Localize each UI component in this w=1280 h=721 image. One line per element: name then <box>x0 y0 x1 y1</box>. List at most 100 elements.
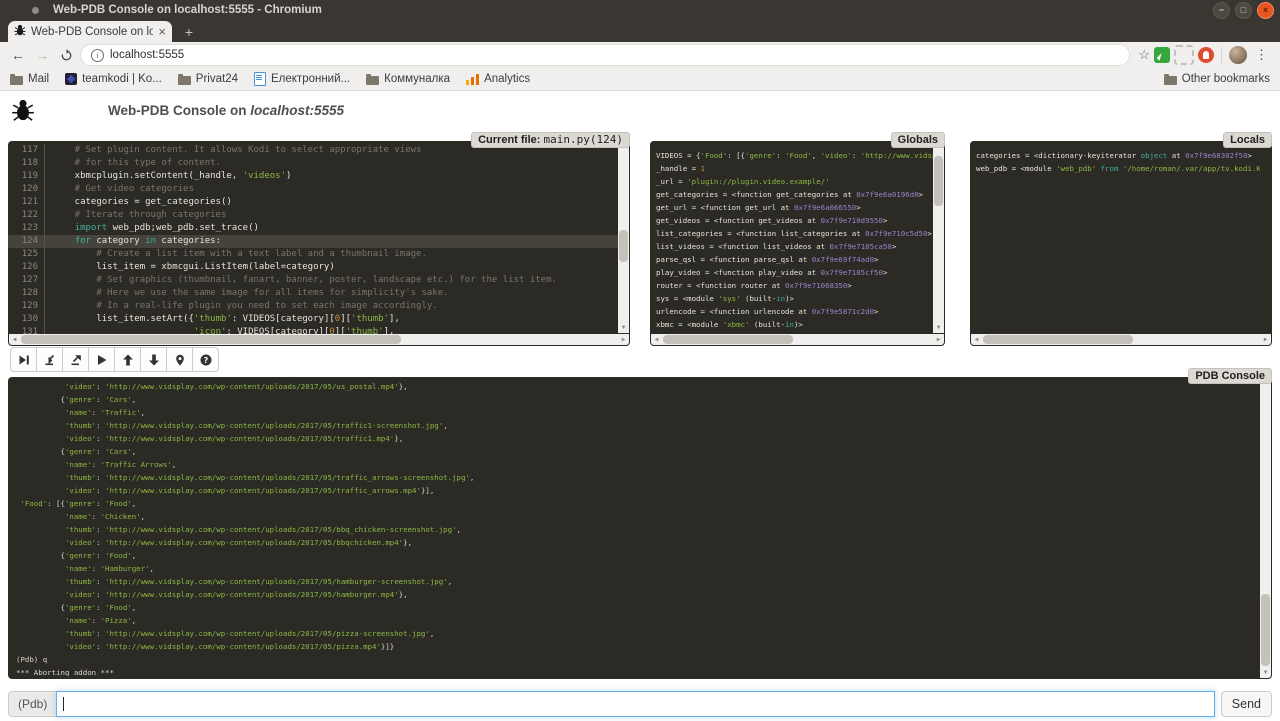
console-output-line: {'genre': 'Food', <box>16 601 1258 614</box>
console-output-line: 'name': 'Hamburger', <box>16 562 1258 575</box>
variable-line: web_pdb = <module 'web_pdb' from '/home/… <box>976 162 1260 175</box>
bookmark-item[interactable]: Analytics <box>466 72 530 86</box>
bookmark-item[interactable]: Privat24 <box>178 72 238 86</box>
console-output-line: 'name': 'Traffic', <box>16 406 1258 419</box>
code-line: 126 list_item = xbmcgui.ListItem(label=c… <box>8 261 618 274</box>
tab-title: Web-PDB Console on loca <box>31 26 153 38</box>
variable-line: categories = <dictionary-keyiterator obj… <box>976 149 1260 162</box>
console-output-line: {'genre': 'Cars', <box>16 445 1258 458</box>
scroll-right-arrow-icon[interactable]: ▶ <box>618 334 629 345</box>
back-button[interactable]: ← <box>8 45 28 65</box>
text-caret <box>63 697 64 711</box>
down-button[interactable] <box>140 347 167 372</box>
bookmark-item[interactable]: Mail <box>10 72 49 86</box>
current-file-label: Current file: main.py(124) <box>471 132 630 148</box>
continue-button[interactable] <box>88 347 115 372</box>
code-text: list_item = xbmcgui.ListItem(label=categ… <box>44 261 618 274</box>
step-out-button[interactable] <box>62 347 89 372</box>
console-output-line: 'thumb': 'http://www.vidsplay.com/wp-con… <box>16 471 1258 484</box>
bookmark-label: Електронний... <box>271 73 350 85</box>
tab-close-icon[interactable]: × <box>158 25 166 38</box>
next-button[interactable] <box>10 347 37 372</box>
new-tab-button[interactable]: + <box>176 23 202 41</box>
other-bookmarks-button[interactable]: Other bookmarks <box>1164 73 1270 85</box>
locals-label: Locals <box>1223 132 1272 148</box>
console-output-line: 'thumb': 'http://www.vidsplay.com/wp-con… <box>16 523 1258 536</box>
bookmark-item[interactable]: teamkodi | Ko... <box>65 72 162 86</box>
locals-horizontal-scrollbar[interactable]: ◀ ▶ <box>971 334 1271 345</box>
line-number: 121 <box>8 196 44 209</box>
variable-line: sys = <module 'sys' (built-in)> <box>656 292 933 305</box>
send-button[interactable]: Send <box>1221 691 1272 717</box>
globals-horizontal-scrollbar[interactable]: ◀ ▶ <box>651 334 944 345</box>
scroll-down-arrow-icon[interactable]: ▼ <box>933 323 944 333</box>
scroll-down-arrow-icon[interactable]: ▼ <box>1260 668 1271 678</box>
extension-green-icon[interactable] <box>1154 47 1170 63</box>
line-number: 127 <box>8 274 44 287</box>
code-line: 122 # Iterate through categories <box>8 209 618 222</box>
pdb-command-input[interactable] <box>56 691 1214 717</box>
console-output-line: 'video': 'http://www.vidsplay.com/wp-con… <box>16 588 1258 601</box>
line-number: 122 <box>8 209 44 222</box>
browser-tab[interactable]: Web-PDB Console on loca × <box>8 21 172 42</box>
where-button[interactable] <box>166 347 193 372</box>
page-header: Web-PDB Console on localhost:5555 <box>10 97 344 123</box>
folder-icon <box>1164 76 1177 85</box>
bookmark-star-icon[interactable]: ☆ <box>1138 47 1150 63</box>
code-text: import web_pdb;web_pdb.set_trace() <box>44 222 618 235</box>
console-output-line: {'genre': 'Cars', <box>16 393 1258 406</box>
reload-button[interactable] <box>56 45 76 65</box>
scroll-left-arrow-icon[interactable]: ◀ <box>9 334 20 345</box>
play-icon <box>96 354 108 366</box>
line-number: 131 <box>8 326 44 334</box>
window-close-button[interactable]: × <box>1257 2 1274 19</box>
bookmark-item[interactable]: Електронний... <box>254 72 350 86</box>
help-button[interactable]: ? <box>192 347 219 372</box>
page-title: Web-PDB Console on localhost:5555 <box>108 103 344 118</box>
bookmark-item[interactable]: Коммуналка <box>366 72 450 86</box>
pdb-console-label: PDB Console <box>1188 368 1272 384</box>
step-into-button[interactable] <box>36 347 63 372</box>
browser-menu-icon[interactable]: ⋮ <box>1251 47 1272 63</box>
code-text: # Iterate through categories <box>44 209 618 222</box>
extension-blocker-icon[interactable] <box>1198 47 1214 63</box>
scroll-right-arrow-icon[interactable]: ▶ <box>1260 334 1271 345</box>
extension-disabled-icon[interactable] <box>1174 45 1194 65</box>
globals-vertical-scrollbar[interactable]: ▼ <box>933 142 944 333</box>
bookmark-icon <box>178 76 191 85</box>
question-sign-icon: ? <box>200 354 212 366</box>
console-vertical-scrollbar[interactable]: ▼ <box>1260 378 1271 678</box>
window-minimize-button[interactable]: − <box>1213 2 1230 19</box>
code-text: # Get video categories <box>44 183 618 196</box>
scroll-left-arrow-icon[interactable]: ◀ <box>651 334 662 345</box>
scroll-left-arrow-icon[interactable]: ◀ <box>971 334 982 345</box>
code-text: list_item.setArt({'thumb': VIDEOS[catego… <box>44 313 618 326</box>
variable-line: VIDEOS = {'Food': [{'genre': 'Food', 'vi… <box>656 149 933 162</box>
console-output-line: 'Food': [{'genre': 'Food', <box>16 497 1258 510</box>
code-line: 123 import web_pdb;web_pdb.set_trace() <box>8 222 618 235</box>
console-output-line: *** Aborting addon *** <box>16 666 1258 676</box>
bookmark-icon <box>10 76 23 85</box>
page-info-icon[interactable]: i <box>91 49 104 62</box>
profile-avatar[interactable] <box>1229 46 1247 64</box>
url-text[interactable]: localhost:5555 <box>110 49 184 61</box>
globals-label: Globals <box>891 132 945 148</box>
up-button[interactable] <box>114 347 141 372</box>
code-line: 127 # Set graphics (thumbnail, fanart, b… <box>8 274 618 287</box>
url-bar[interactable]: i localhost:5555 <box>80 44 1130 66</box>
code-line: 130 list_item.setArt({'thumb': VIDEOS[ca… <box>8 313 618 326</box>
scroll-down-arrow-icon[interactable]: ▼ <box>618 323 629 333</box>
console-output-line: 'video': 'http://www.vidsplay.com/wp-con… <box>16 432 1258 445</box>
bookmark-label: Mail <box>28 73 49 85</box>
forward-button[interactable]: → <box>32 45 52 65</box>
variable-line: parse_qsl = <function parse_qsl at 0x7f9… <box>656 253 933 266</box>
variable-line: xbmc = <module 'xbmc' (built-in)> <box>656 318 933 331</box>
step-into-icon <box>44 354 56 366</box>
scroll-right-arrow-icon[interactable]: ▶ <box>933 334 944 345</box>
code-horizontal-scrollbar[interactable]: ◀ ▶ <box>9 334 629 345</box>
window-maximize-button[interactable]: □ <box>1235 2 1252 19</box>
console-output-line: 'video': 'http://www.vidsplay.com/wp-con… <box>16 484 1258 497</box>
code-text: # Create a list item with a text label a… <box>44 248 618 261</box>
code-vertical-scrollbar[interactable]: ▼ <box>618 142 629 333</box>
map-marker-icon <box>174 354 186 366</box>
